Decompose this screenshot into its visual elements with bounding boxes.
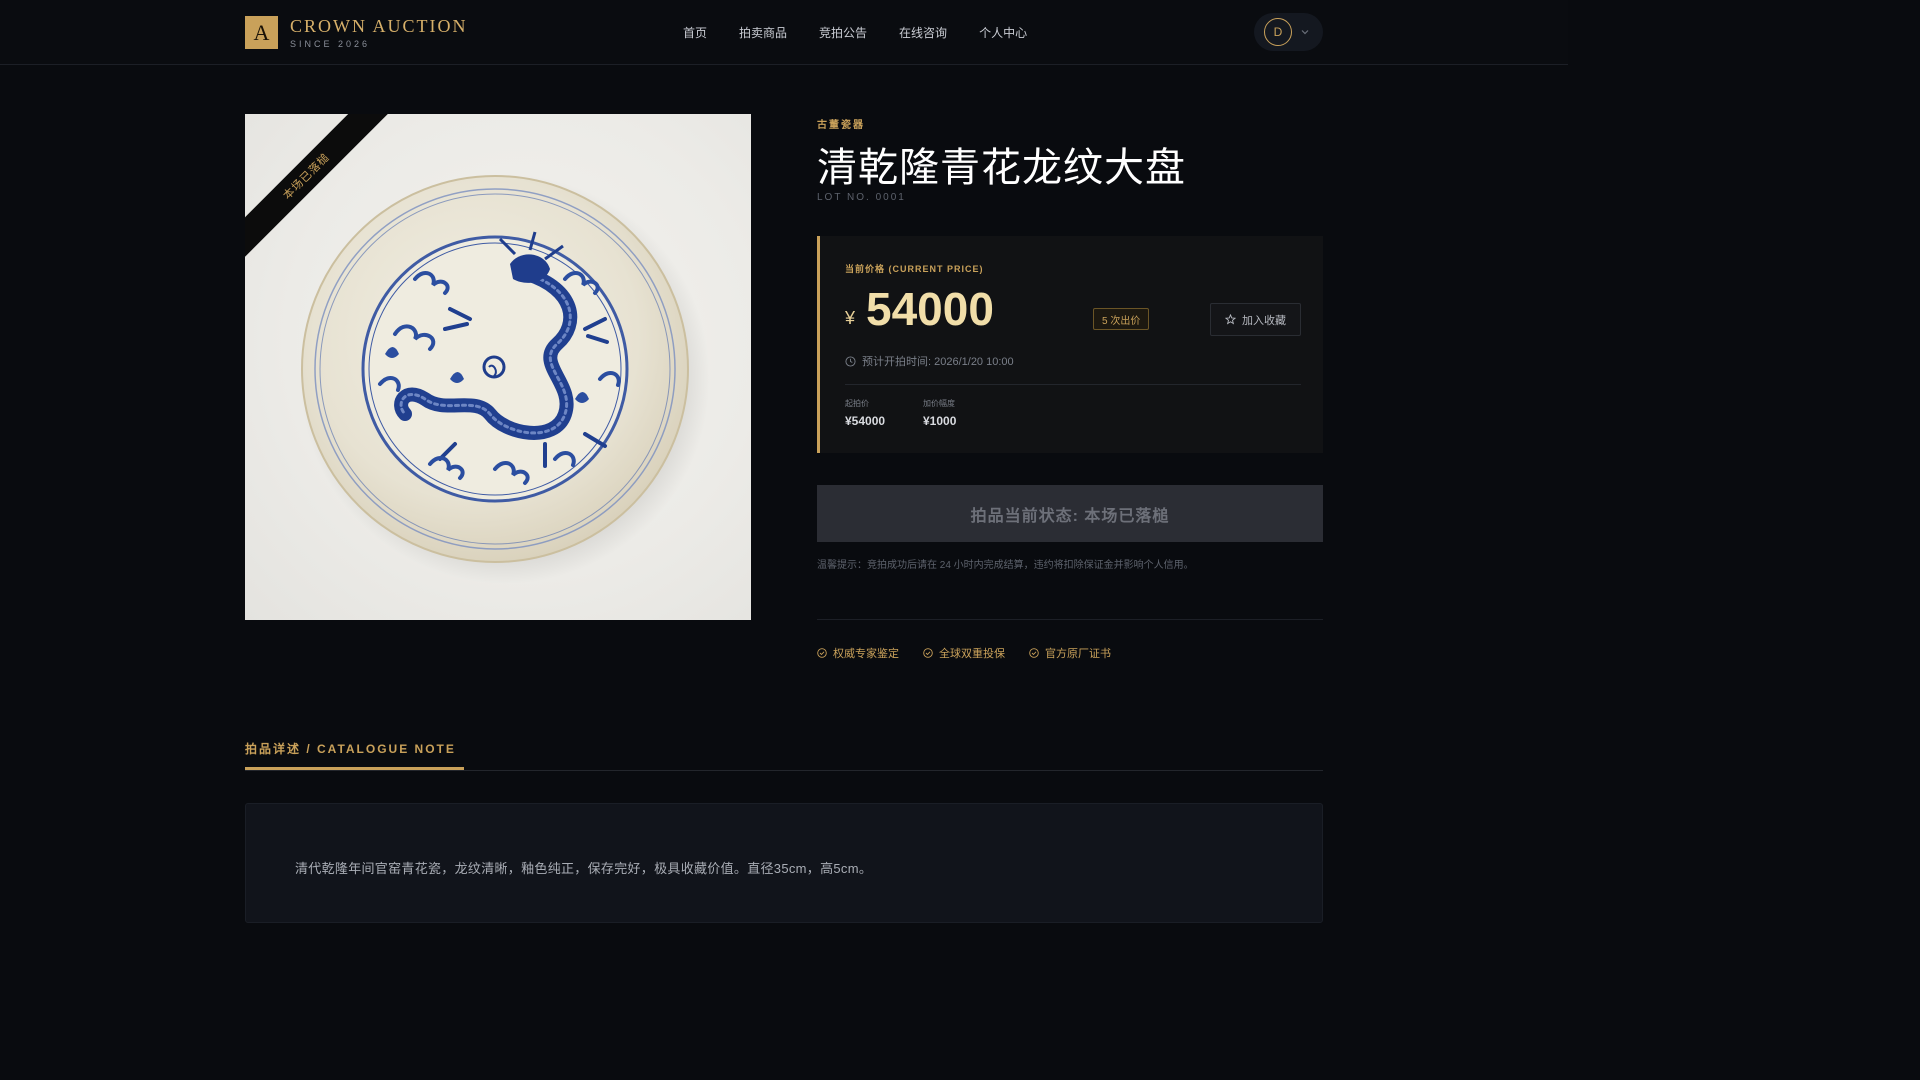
clock-icon [845, 355, 856, 367]
chevron-down-icon [1301, 30, 1309, 35]
tab-baseline [245, 770, 1323, 771]
brand-name: CROWN AUCTION [290, 15, 468, 36]
guarantee-label: 官方原厂证书 [1045, 648, 1111, 660]
starting-price: 起拍价 ¥54000 [845, 398, 885, 428]
nav-announcements[interactable]: 竞拍公告 [819, 24, 867, 41]
bid-increment: 加价幅度 ¥1000 [923, 398, 956, 428]
check-circle-icon [923, 648, 933, 658]
lot-image[interactable]: 本场已落槌 [245, 114, 751, 620]
guarantee-item: 权威专家鉴定 [817, 645, 899, 661]
nav-lots[interactable]: 拍卖商品 [739, 24, 787, 41]
porcelain-plate-image [300, 174, 710, 584]
check-circle-icon [1029, 648, 1039, 658]
price-label: 当前价格 (CURRENT PRICE) [845, 264, 984, 274]
start-time-text: 预计开拍时间: 2026/1/20 10:00 [862, 356, 1014, 368]
warm-tip: 温馨提示：竞拍成功后请在 24 小时内完成结算，违约将扣除保证金并影响个人信用。 [817, 560, 1194, 571]
guarantee-item: 官方原厂证书 [1029, 645, 1111, 661]
current-price: 54000 [866, 283, 994, 335]
catalogue-note-text: 清代乾隆年间官窑青花瓷，龙纹清晰，釉色纯正，保存完好，极具收藏价值。直径35cm… [295, 861, 873, 876]
bid-count-badge: 5 次出价 [1093, 308, 1150, 330]
section-separator [817, 619, 1323, 620]
top-header: A CROWN AUCTION SINCE 2026 首页 拍卖商品 竞拍公告 … [0, 0, 1568, 65]
tab-catalogue-note[interactable]: 拍品详述 / CATALOGUE NOTE [245, 740, 456, 757]
guarantee-item: 全球双重投保 [923, 645, 1005, 661]
guarantee-list: 权威专家鉴定 全球双重投保 官方原厂证书 [817, 645, 1111, 661]
start-time-row: 预计开拍时间: 2026/1/20 10:00 [845, 353, 1014, 369]
lot-title: 清乾隆青花龙纹大盘 [817, 145, 1186, 190]
currency-sign: ¥ [845, 308, 856, 328]
lot-number: LOT NO. 0001 [817, 192, 906, 203]
bid-increment-label: 加价幅度 [923, 399, 955, 408]
avatar: D [1264, 18, 1292, 46]
guarantee-label: 权威专家鉴定 [833, 648, 899, 660]
nav-profile[interactable]: 个人中心 [979, 24, 1027, 41]
nav-home[interactable]: 首页 [683, 24, 707, 41]
star-icon [1225, 314, 1236, 325]
favorite-label: 加入收藏 [1242, 314, 1286, 327]
guarantee-label: 全球双重投保 [939, 648, 1005, 660]
starting-price-label: 起拍价 [845, 399, 869, 408]
price-card: 当前价格 (CURRENT PRICE) ¥ 54000 5 次出价 加入收藏 … [817, 236, 1323, 453]
user-menu[interactable]: D [1254, 13, 1323, 51]
main-nav: 首页 拍卖商品 竞拍公告 在线咨询 个人中心 [683, 24, 1027, 41]
lot-status-button[interactable]: 拍品当前状态: 本场已落槌 [817, 485, 1323, 542]
check-circle-icon [817, 648, 827, 658]
starting-price-value: ¥54000 [845, 414, 886, 428]
logo-text: CROWN AUCTION SINCE 2026 [290, 17, 468, 49]
brand-logo[interactable]: A CROWN AUCTION SINCE 2026 [245, 16, 468, 49]
lot-category: 古董瓷器 [817, 120, 865, 131]
nav-consult[interactable]: 在线咨询 [899, 24, 947, 41]
price-divider [845, 384, 1301, 385]
bid-increment-value: ¥1000 [923, 414, 957, 428]
catalogue-note-card: 清代乾隆年间官窑青花瓷，龙纹清晰，釉色纯正，保存完好，极具收藏价值。直径35cm… [245, 803, 1323, 923]
logo-mark: A [245, 16, 278, 49]
add-favorite-button[interactable]: 加入收藏 [1210, 303, 1301, 336]
brand-since: SINCE 2026 [290, 38, 371, 49]
